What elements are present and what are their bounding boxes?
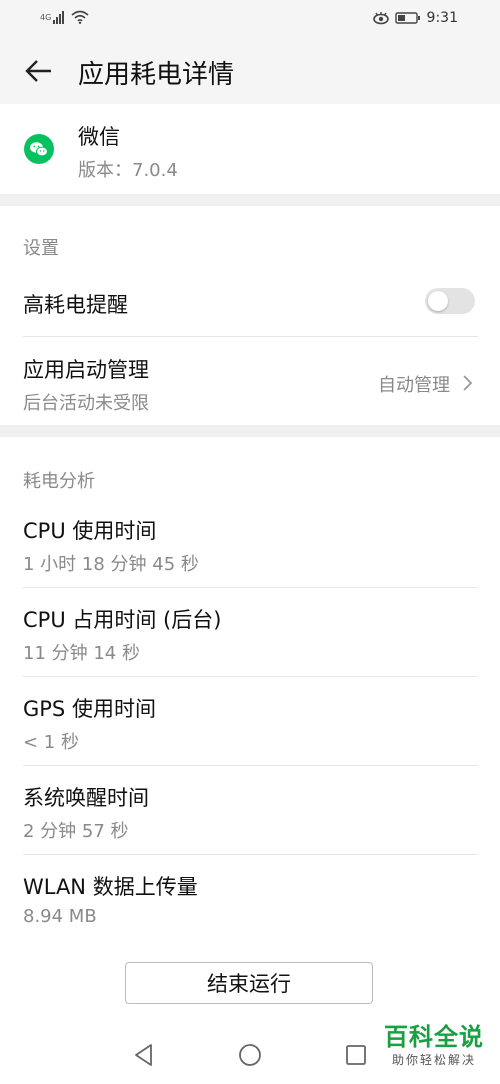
toggle-knob	[428, 291, 448, 311]
analysis-item-value: 11 分钟 14 秒	[23, 643, 140, 664]
watermark-logo: 百科全说 助你轻松解决	[376, 1022, 492, 1068]
high-power-alert-title: 高耗电提醒	[23, 293, 128, 317]
app-name: 微信	[78, 125, 120, 149]
analysis-item-title: WLAN 数据上传量	[23, 875, 198, 899]
watermark-title: 百科全说	[384, 1023, 484, 1051]
section-gap	[0, 194, 500, 206]
nav-back-icon[interactable]	[131, 1042, 157, 1068]
signal-icon	[53, 11, 65, 24]
status-left: 4G	[40, 10, 89, 24]
analysis-item-value: 8.94 MB	[23, 906, 97, 927]
analysis-section-label: 耗电分析	[23, 471, 95, 492]
app-version: 版本：7.0.4	[78, 160, 178, 181]
watermark-subtitle: 助你轻松解决	[391, 1053, 476, 1067]
nav-home-icon[interactable]	[237, 1042, 263, 1068]
wifi-icon	[71, 10, 89, 24]
section-gap	[0, 425, 500, 437]
eye-comfort-icon	[372, 12, 389, 25]
analysis-item-title: GPS 使用时间	[23, 697, 156, 721]
divider	[23, 854, 478, 855]
header: 应用耗电详情	[0, 38, 500, 104]
high-power-alert-toggle[interactable]	[425, 288, 475, 314]
analysis-item-title: CPU 占用时间 (后台)	[23, 608, 222, 632]
end-process-button[interactable]: 结束运行	[125, 962, 373, 1004]
chevron-right-icon	[463, 375, 473, 391]
status-time: 9:31	[426, 10, 458, 26]
status-bar: 4G 9:31	[0, 0, 500, 38]
network-type: 4G	[40, 12, 52, 22]
nav-recents-icon[interactable]	[343, 1042, 369, 1068]
launch-management-value: 自动管理	[378, 375, 450, 396]
divider	[23, 765, 478, 766]
settings-section-label: 设置	[23, 238, 59, 259]
analysis-item-value: 1 小时 18 分钟 45 秒	[23, 554, 199, 575]
arrow-left-icon	[25, 60, 51, 82]
battery-icon	[394, 12, 420, 24]
app-info-card: 微信 版本：7.0.4	[0, 104, 500, 194]
analysis-item-value: 2 分钟 57 秒	[23, 821, 129, 842]
launch-management-subtitle: 后台活动未受限	[23, 393, 149, 414]
page-title: 应用耗电详情	[78, 60, 235, 90]
divider	[23, 587, 478, 588]
divider	[23, 676, 478, 677]
analysis-item-value: < 1 秒	[23, 732, 79, 753]
analysis-item-title: 系统唤醒时间	[23, 786, 149, 810]
back-button[interactable]	[24, 56, 54, 86]
launch-management-title: 应用启动管理	[23, 358, 149, 382]
wechat-icon	[24, 134, 54, 164]
analysis-item-title: CPU 使用时间	[23, 519, 157, 543]
status-right: 9:31	[372, 10, 458, 26]
